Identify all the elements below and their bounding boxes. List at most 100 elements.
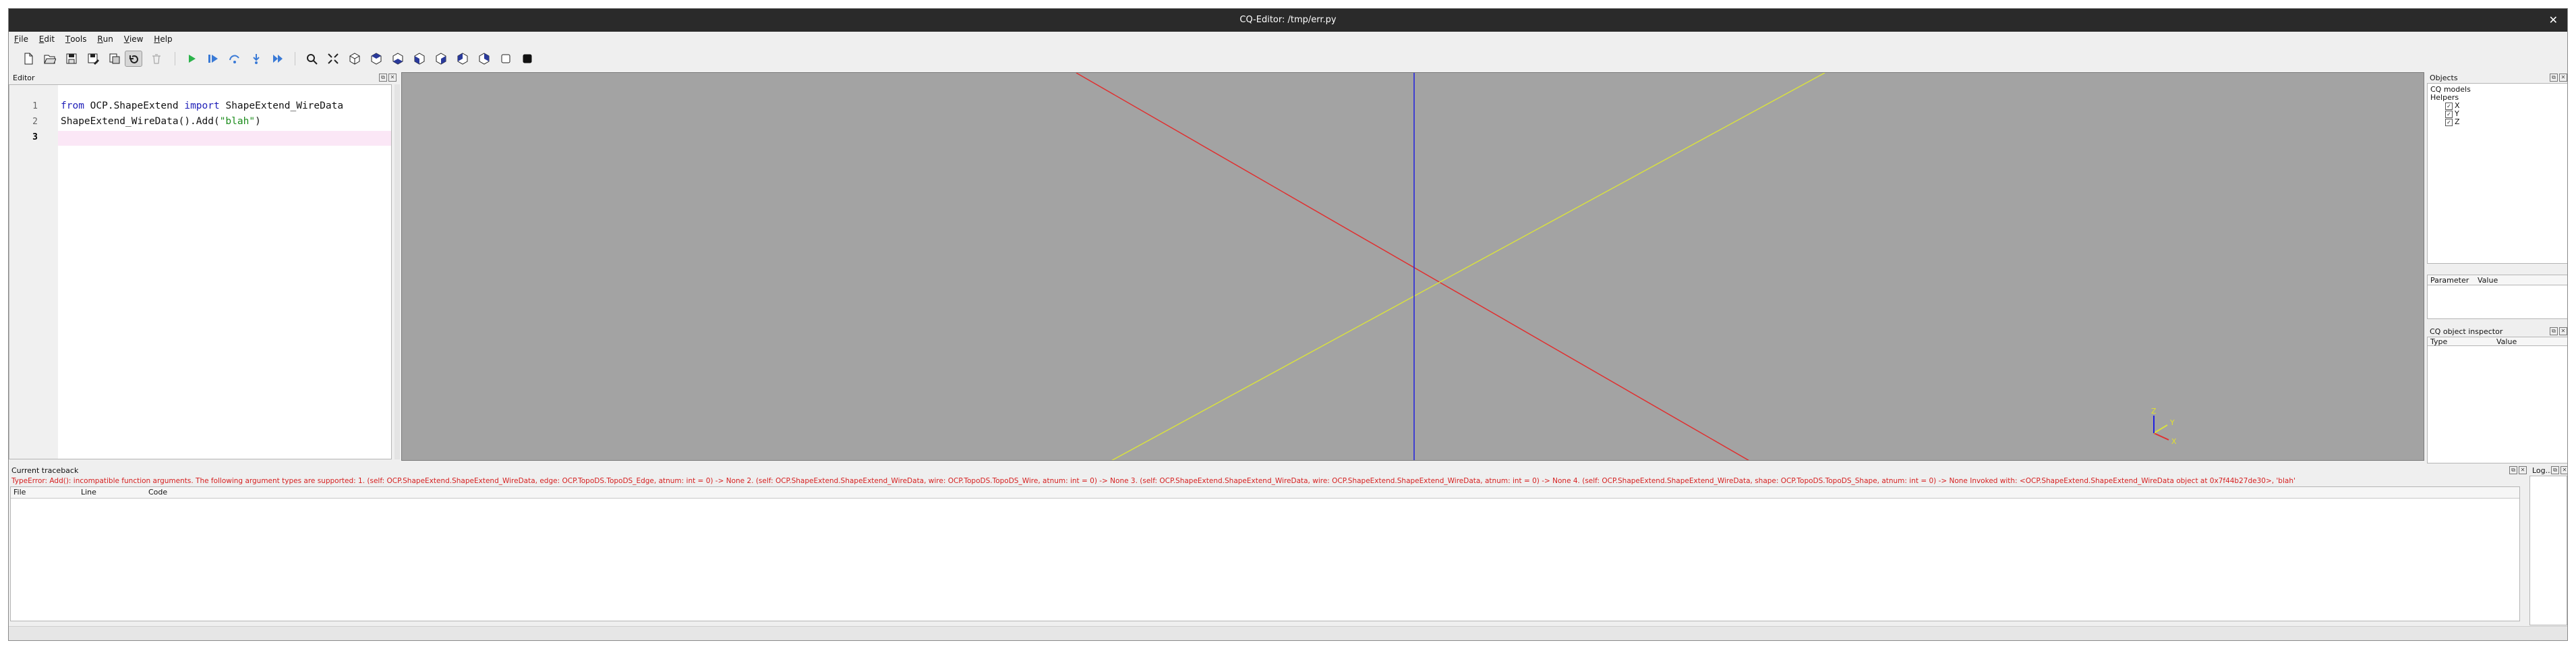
clear-button[interactable] (148, 51, 165, 67)
column-header-type[interactable]: Type (2430, 337, 2447, 346)
inspector-table (2427, 346, 2567, 463)
triad-z-label: Z (2151, 407, 2157, 416)
inspector-dock-buttons: ⧉ ✕ (2548, 327, 2567, 335)
top-view-button[interactable] (368, 51, 385, 67)
step-icon (229, 55, 239, 63)
autoreload-icon (109, 53, 120, 64)
traceback-panel: Current traceback ⧉ ✕ TypeError: Add(): i… (9, 465, 2527, 627)
parameters-panel: Parameter Value (2426, 275, 2567, 319)
step-in-button[interactable] (247, 51, 265, 67)
menu-help[interactable]: Help (148, 32, 175, 44)
dock-float-button[interactable]: ⧉ (379, 74, 387, 82)
open-file-button[interactable] (41, 51, 59, 67)
column-header-line[interactable]: Line (81, 488, 96, 497)
menu-tools-accel: T (65, 34, 71, 44)
open-file-icon (44, 55, 56, 64)
dock-close-button[interactable]: ✕ (2560, 466, 2567, 474)
right-view-button[interactable] (475, 51, 493, 67)
title-bar: CQ-Editor: /tmp/err.py ✕ (9, 9, 2567, 32)
dock-float-button[interactable]: ⧉ (2550, 327, 2558, 335)
checkbox-x[interactable]: ✓ (2445, 102, 2453, 110)
dock-float-button[interactable]: ⧉ (2509, 466, 2517, 474)
menu-run[interactable]: Run (92, 32, 116, 44)
iso-view-icon (349, 53, 360, 65)
fit-icon (328, 53, 339, 64)
front-view-icon (414, 53, 425, 65)
dock-float-button[interactable]: ⧉ (2551, 466, 2559, 474)
menu-file-accel: F (14, 34, 19, 44)
call-close: ) (255, 116, 261, 127)
iso-view-button[interactable] (346, 51, 363, 67)
checkbox-z[interactable]: ✓ (2445, 118, 2453, 126)
dock-close-button[interactable]: ✕ (2559, 327, 2567, 335)
shaded-icon (523, 54, 532, 63)
triad-y-label: Y (2169, 418, 2175, 427)
autoreload-button[interactable] (106, 51, 123, 67)
column-header-code[interactable]: Code (148, 488, 167, 497)
toggle-button-active[interactable] (125, 51, 142, 67)
window-close-button[interactable]: ✕ (2549, 13, 2558, 26)
menu-edit-accel: E (38, 34, 45, 44)
save-button[interactable] (63, 51, 80, 67)
back-view-button[interactable] (432, 51, 450, 67)
line-number-current: 3 (32, 132, 38, 142)
front-view-button[interactable] (411, 51, 428, 67)
debug-button[interactable] (204, 51, 222, 67)
run-button[interactable] (183, 51, 200, 67)
code-editor[interactable]: 1 2 3 from OCP.ShapeExtend import ShapeE… (9, 84, 392, 459)
run-icon (189, 55, 196, 63)
column-header-parameter[interactable]: Parameter (2430, 276, 2469, 285)
menu-view-label: iew (129, 34, 144, 44)
menu-bar: File Edit Tools Run View Help (9, 32, 2567, 47)
menu-help-label: elp (160, 34, 173, 44)
wireframe-button[interactable] (497, 51, 515, 67)
tree-item-z[interactable]: ✓ Z (2445, 117, 2460, 126)
3d-viewer[interactable]: X Y Z (401, 72, 2424, 461)
checkbox-y[interactable]: ✓ (2445, 110, 2453, 118)
current-line-highlight (58, 131, 391, 146)
code-line-2: ShapeExtend_WireData().Add("blah") (61, 116, 261, 127)
wireframe-icon (501, 54, 510, 63)
traceback-title: Current traceback (11, 466, 79, 475)
continue-button[interactable] (269, 51, 287, 67)
left-view-button[interactable] (454, 51, 471, 67)
column-header-value[interactable]: Value (2478, 276, 2498, 285)
axis-triad: X Y Z (2151, 407, 2177, 446)
debug-icon (208, 55, 218, 63)
menu-tools[interactable]: Tools (60, 32, 90, 44)
editor-panel: Editor ⧉ ✕ 1 2 3 from OCP.ShapeExtend imp… (9, 72, 400, 459)
column-header-value[interactable]: Value (2496, 337, 2517, 346)
y-axis-line (1111, 73, 1825, 460)
toolbar (9, 48, 2567, 69)
menu-view-accel: V (123, 34, 129, 44)
line-number-gutter: 1 2 3 (9, 85, 58, 459)
new-file-button[interactable] (20, 51, 37, 67)
keyword: from (61, 101, 84, 111)
step-button[interactable] (226, 51, 243, 67)
menu-help-accel: H (154, 34, 160, 44)
bottom-view-button[interactable] (389, 51, 407, 67)
zoom-icon (307, 54, 318, 65)
traceback-dock-buttons: ⧉ ✕ (2508, 466, 2527, 474)
triad-x-label: X (2171, 437, 2177, 446)
save-as-button[interactable] (84, 51, 102, 67)
dock-close-button[interactable]: ✕ (388, 74, 397, 82)
dock-float-button[interactable]: ⧉ (2550, 74, 2558, 82)
editor-scrollbar[interactable] (394, 84, 400, 459)
menu-file[interactable]: File (9, 32, 31, 44)
editor-title: Editor (13, 74, 35, 82)
log-panel: Log... ⧉ ✕ (2528, 465, 2567, 627)
dock-close-button[interactable]: ✕ (2559, 74, 2567, 82)
fit-button[interactable] (324, 51, 342, 67)
new-file-icon (24, 53, 33, 65)
menu-edit[interactable]: Edit (34, 32, 57, 44)
menu-run-label: un (103, 34, 113, 44)
shaded-button[interactable] (519, 51, 536, 67)
menu-view[interactable]: View (119, 32, 146, 44)
main-window: CQ-Editor: /tmp/err.py ✕ File Edit Tools… (8, 8, 2568, 641)
back-view-icon (436, 53, 446, 65)
dock-close-button[interactable]: ✕ (2519, 466, 2527, 474)
zoom-button[interactable] (303, 51, 320, 67)
column-header-file[interactable]: File (13, 488, 26, 497)
top-view-icon (371, 53, 382, 65)
